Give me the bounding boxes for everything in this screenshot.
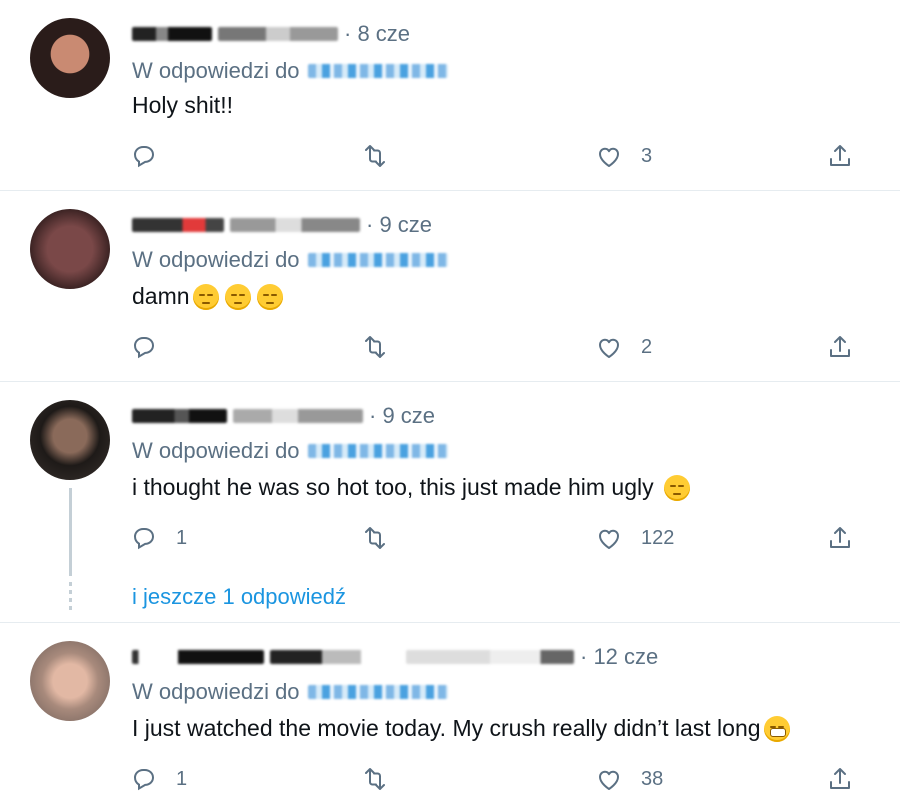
retweet-icon bbox=[365, 145, 385, 167]
reply-button[interactable]: 1 bbox=[130, 763, 187, 795]
thread-line bbox=[69, 488, 72, 576]
share-button[interactable] bbox=[826, 522, 854, 554]
reply-button[interactable] bbox=[130, 331, 176, 363]
tweet-text-content: i thought he was so hot too, this just m… bbox=[132, 474, 654, 500]
like-count: 38 bbox=[641, 767, 664, 790]
reply-icon bbox=[134, 769, 154, 790]
like-count: 2 bbox=[641, 335, 653, 358]
reply-to-label: W odpowiedzi do bbox=[132, 438, 300, 463]
heart-icon bbox=[599, 338, 619, 358]
woozy-face-emoji bbox=[663, 474, 690, 501]
retweet-button[interactable] bbox=[360, 331, 388, 363]
blurred-author-extra bbox=[406, 650, 574, 664]
reply-to-line: W odpowiedzi do bbox=[132, 247, 448, 273]
blurred-author-handle bbox=[270, 650, 400, 664]
blurred-author-handle bbox=[233, 409, 363, 423]
heart-icon bbox=[599, 147, 619, 167]
grimacing-face-emoji bbox=[763, 715, 790, 742]
heart-icon bbox=[599, 529, 619, 549]
retweet-icon bbox=[365, 768, 385, 790]
tweet-text: i thought he was so hot too, this just m… bbox=[132, 474, 690, 501]
tweet-time[interactable]: · 9 cze bbox=[366, 212, 432, 238]
tweet-text-content: I just watched the movie today. My crush… bbox=[132, 715, 761, 741]
reply-to-label: W odpowiedzi do bbox=[132, 679, 300, 704]
blurred-reply-handle[interactable] bbox=[307, 685, 448, 699]
retweet-button[interactable] bbox=[360, 140, 388, 172]
tweet-text: I just watched the movie today. My crush… bbox=[132, 715, 790, 742]
author-row[interactable]: · 9 cze bbox=[132, 402, 435, 430]
tweet-actions: 2 bbox=[130, 331, 860, 363]
blurred-author-handle bbox=[230, 218, 360, 232]
tweet-actions: 1 122 bbox=[130, 522, 860, 554]
avatar[interactable] bbox=[30, 400, 110, 480]
pensive-face-emoji bbox=[224, 283, 251, 310]
share-button[interactable] bbox=[826, 331, 854, 363]
tweet-time[interactable]: · 12 cze bbox=[580, 644, 658, 670]
tweet-text-content: Holy shit!! bbox=[132, 92, 233, 118]
tweet-time[interactable]: · 8 cze bbox=[344, 21, 410, 47]
reply-count: 1 bbox=[176, 526, 188, 549]
author-row[interactable]: · 12 cze bbox=[132, 643, 658, 671]
blurred-author-name bbox=[132, 409, 227, 423]
share-icon bbox=[830, 527, 850, 548]
reply-to-label: W odpowiedzi do bbox=[132, 58, 300, 83]
share-icon bbox=[830, 336, 850, 357]
tweet-reply[interactable]: · 12 cze W odpowiedzi do I just watched … bbox=[0, 623, 900, 802]
blurred-author-name bbox=[132, 27, 212, 41]
reply-count: 1 bbox=[176, 767, 188, 790]
retweet-button[interactable] bbox=[360, 763, 388, 795]
reply-button[interactable] bbox=[130, 140, 176, 172]
share-button[interactable] bbox=[826, 140, 854, 172]
retweet-button[interactable] bbox=[360, 522, 388, 554]
tweet-reply[interactable]: · 9 cze W odpowiedzi do i thought he was… bbox=[0, 382, 900, 622]
like-button[interactable]: 38 bbox=[595, 763, 663, 795]
tweet-text: Holy shit!! bbox=[132, 92, 233, 119]
avatar[interactable] bbox=[30, 209, 110, 289]
avatar[interactable] bbox=[30, 641, 110, 721]
pensive-face-emoji bbox=[256, 283, 283, 310]
tweet-actions: 1 38 bbox=[130, 763, 860, 795]
pensive-face-emoji bbox=[192, 283, 219, 310]
tweet-actions: 3 bbox=[130, 140, 860, 172]
tweet-text-content: damn bbox=[132, 283, 190, 309]
reply-icon bbox=[134, 337, 154, 358]
retweet-icon bbox=[365, 527, 385, 549]
reply-to-label: W odpowiedzi do bbox=[132, 247, 300, 272]
blurred-reply-handle[interactable] bbox=[307, 64, 448, 78]
author-row[interactable]: · 9 cze bbox=[132, 211, 432, 239]
like-button[interactable]: 2 bbox=[595, 331, 652, 363]
blurred-reply-handle[interactable] bbox=[307, 253, 448, 267]
retweet-icon bbox=[365, 336, 385, 358]
reply-icon bbox=[134, 528, 154, 549]
tweet-reply[interactable]: · 9 cze W odpowiedzi do damn 2 bbox=[0, 191, 900, 381]
reply-to-line: W odpowiedzi do bbox=[132, 679, 448, 705]
author-row[interactable]: · 8 cze bbox=[132, 20, 410, 48]
blurred-author-handle bbox=[218, 27, 338, 41]
like-button[interactable]: 3 bbox=[595, 140, 652, 172]
tweet-time[interactable]: · 9 cze bbox=[369, 403, 435, 429]
reply-to-line: W odpowiedzi do bbox=[132, 438, 448, 464]
like-count: 3 bbox=[641, 144, 653, 167]
blurred-reply-handle[interactable] bbox=[307, 444, 448, 458]
like-count: 122 bbox=[641, 526, 675, 549]
share-icon bbox=[830, 768, 850, 789]
blurred-author-name bbox=[132, 218, 224, 232]
share-icon bbox=[830, 145, 850, 166]
avatar[interactable] bbox=[30, 18, 110, 98]
show-more-replies-link[interactable]: i jeszcze 1 odpowiedź bbox=[132, 584, 346, 610]
blurred-author-name bbox=[132, 650, 264, 664]
tweet-text: damn bbox=[132, 283, 283, 310]
reply-button[interactable]: 1 bbox=[130, 522, 187, 554]
tweet-reply[interactable]: · 8 cze W odpowiedzi do Holy shit!! 3 bbox=[0, 0, 900, 190]
heart-icon bbox=[599, 770, 619, 790]
reply-icon bbox=[134, 146, 154, 167]
like-button[interactable]: 122 bbox=[595, 522, 674, 554]
reply-to-line: W odpowiedzi do bbox=[132, 58, 448, 84]
thread-dots bbox=[69, 582, 72, 610]
share-button[interactable] bbox=[826, 763, 854, 795]
